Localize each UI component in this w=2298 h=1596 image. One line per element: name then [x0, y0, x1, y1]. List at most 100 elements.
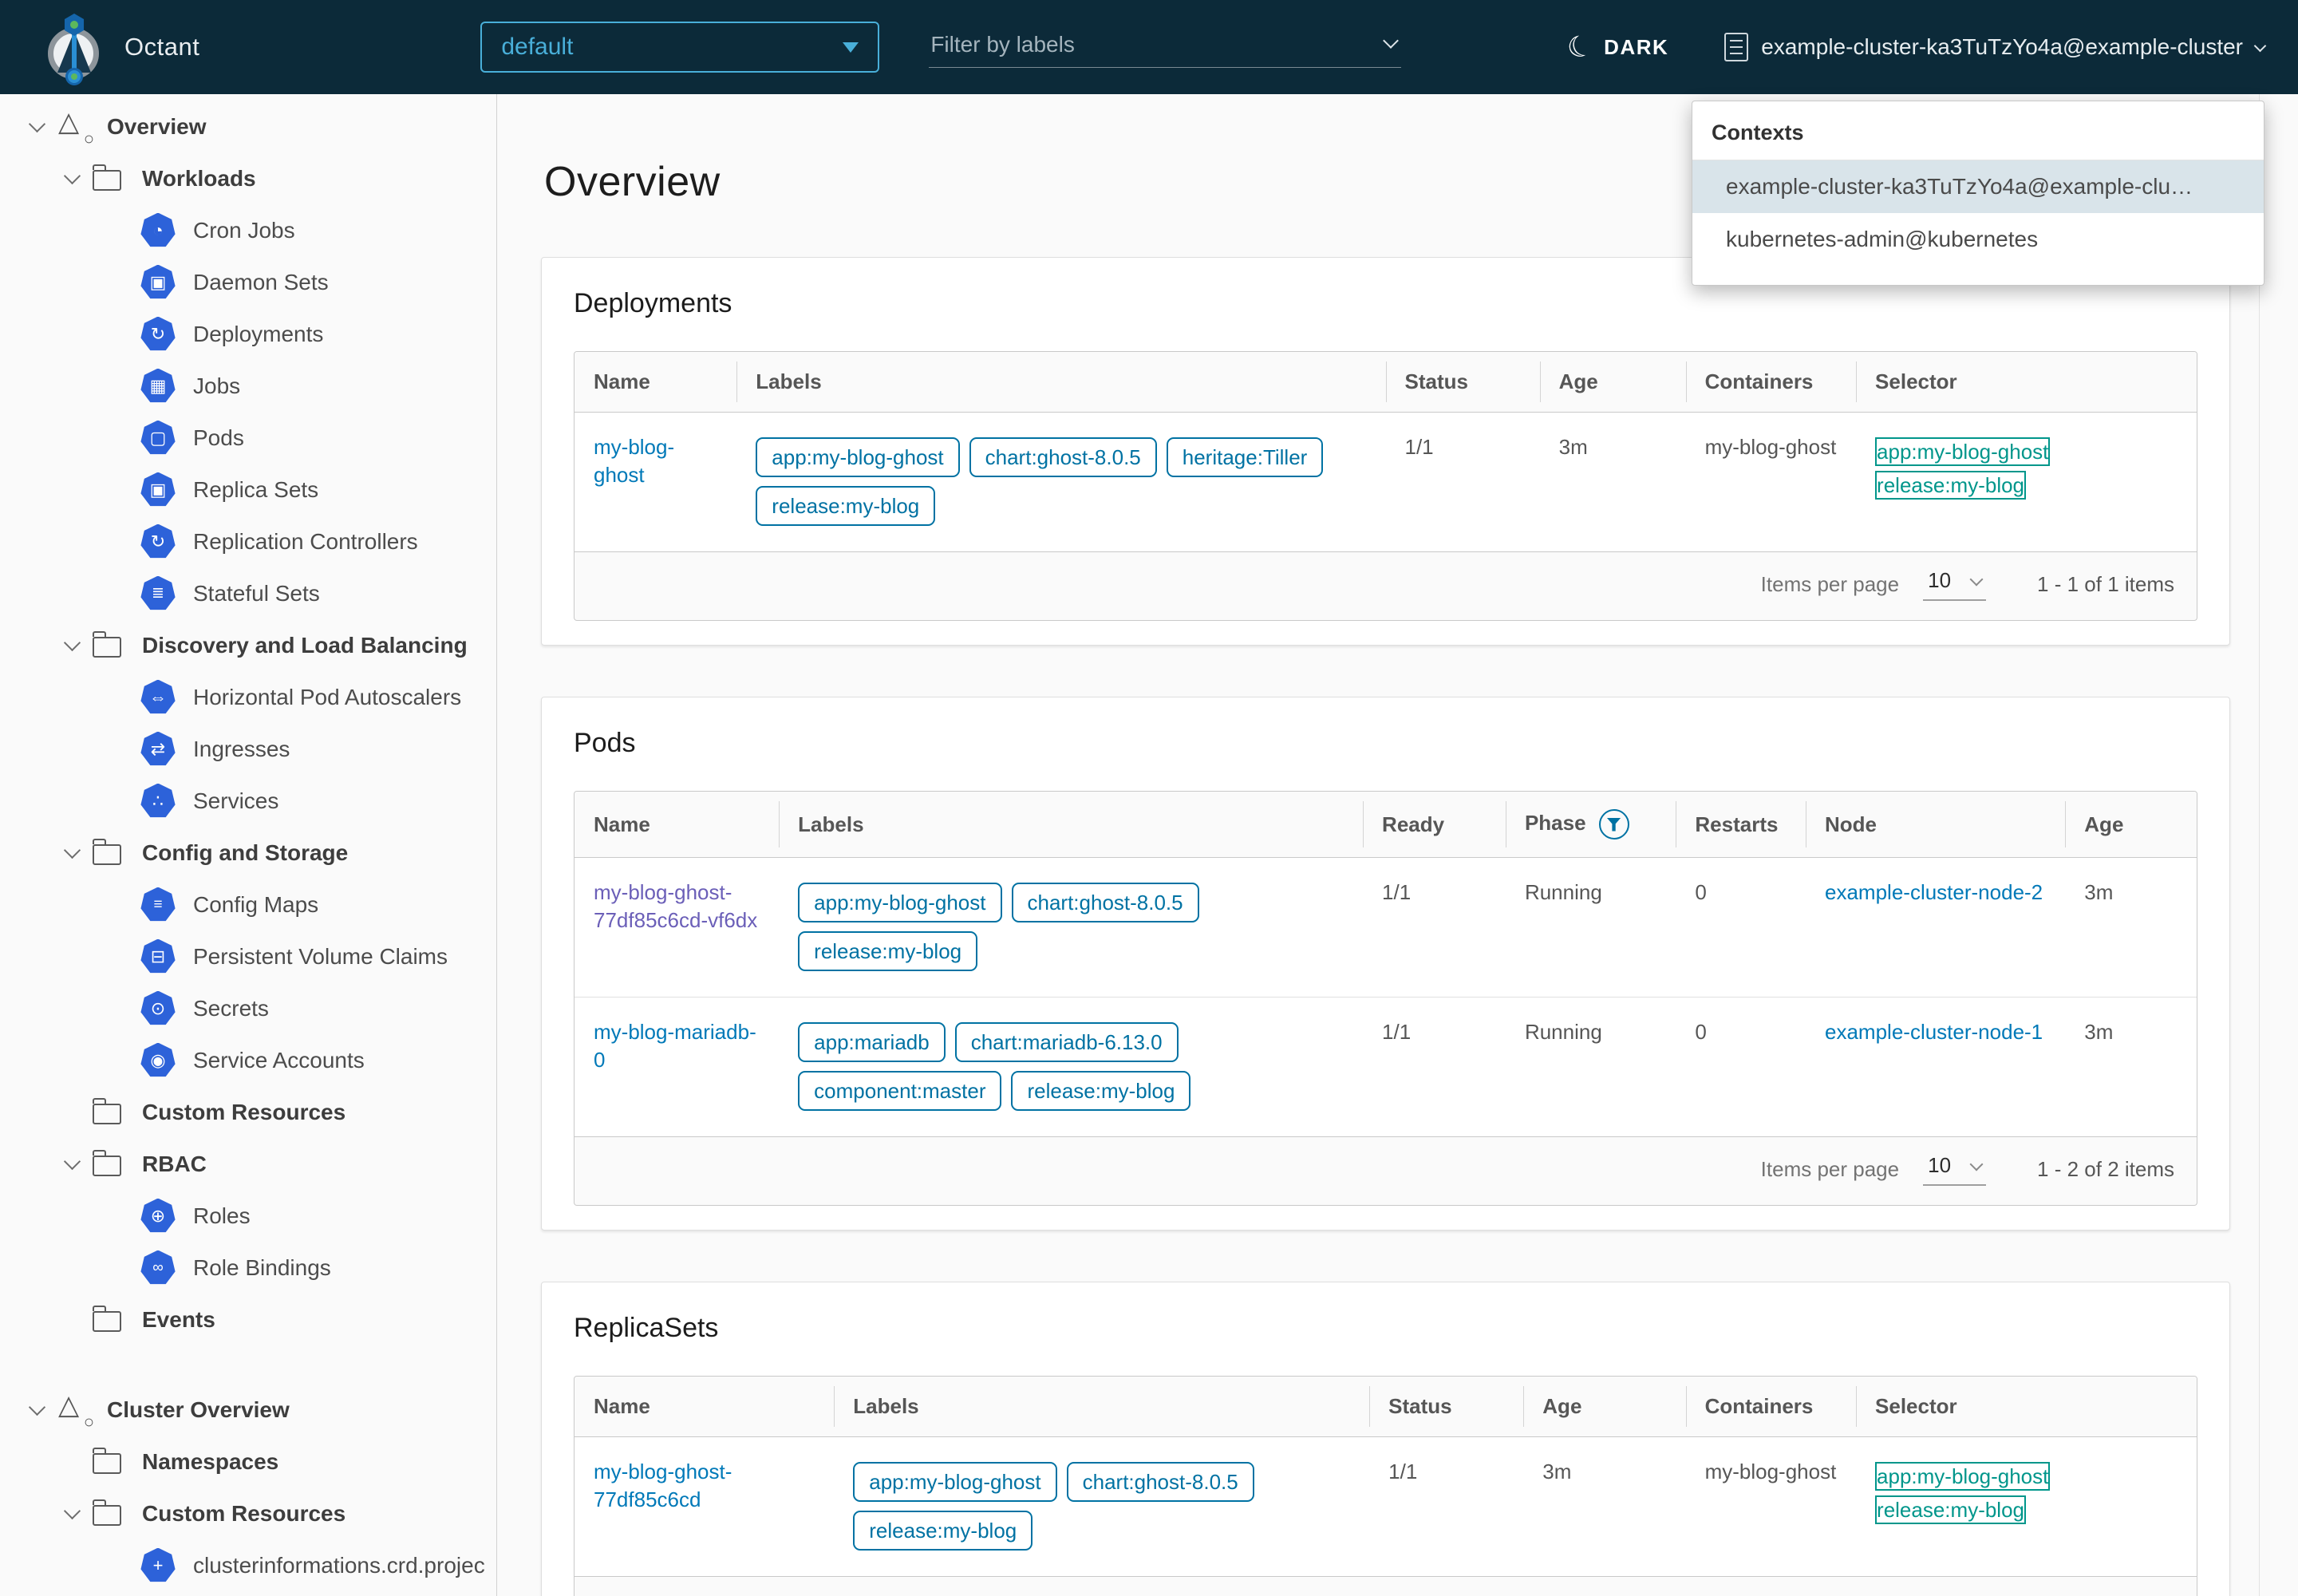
ingresses-icon: ⇄: [140, 732, 176, 767]
expand-chevron-icon[interactable]: [63, 842, 80, 859]
column-header-name: Name: [574, 352, 736, 413]
ready-cell: 1/1: [1363, 998, 1506, 1137]
column-header-age: Age: [1540, 352, 1686, 413]
label-badge: chart:ghost-8.0.5: [1067, 1462, 1254, 1502]
service-accounts-icon: ◉: [140, 1043, 176, 1078]
sidebar-item-ingresses[interactable]: ⇄ Ingresses: [0, 723, 496, 775]
hpa-icon: ⇔: [140, 680, 176, 715]
status-cell: 1/1: [1386, 413, 1540, 552]
sidebar-item-custom-resources-cluster[interactable]: Custom Resources: [0, 1487, 496, 1539]
pod-link[interactable]: my-blog-ghost-77df85c6cd-vf6dx: [594, 880, 757, 932]
sidebar-item-services[interactable]: ∴ Services: [0, 775, 496, 827]
table-row: my-blog-ghost-77df85c6cd-vf6dx app:my-bl…: [574, 858, 2197, 998]
sidebar-item-rbac[interactable]: RBAC: [0, 1138, 496, 1190]
folder-icon: [93, 1104, 121, 1124]
age-cell: 3m: [2065, 998, 2197, 1137]
folder-icon: [93, 1156, 121, 1176]
sidebar-item-config-and-storage[interactable]: Config and Storage: [0, 827, 496, 879]
sidebar-item-deployments[interactable]: ↻ Deployments: [0, 308, 496, 360]
column-header-restarts: Restarts: [1676, 792, 1806, 858]
folder-icon: [93, 1505, 121, 1526]
label-badge: heritage:Tiller: [1167, 437, 1324, 477]
sidebar-item-cluster-overview[interactable]: Cluster Overview: [0, 1384, 496, 1436]
items-per-page-value: 10: [1928, 1153, 1951, 1178]
sidebar-item-replica-sets[interactable]: ▣ Replica Sets: [0, 464, 496, 516]
column-header-name: Name: [574, 792, 779, 858]
sidebar-item-jobs[interactable]: ▦ Jobs: [0, 360, 496, 412]
node-link[interactable]: example-cluster-node-1: [1825, 1020, 2043, 1044]
cluster-overview-icon: [57, 1393, 96, 1428]
items-per-page-select[interactable]: 10: [1923, 568, 1986, 601]
sidebar-item-clusterinformations[interactable]: + clusterinformations.crd.projec: [0, 1539, 496, 1591]
sidebar-navigation: Overview Workloads ◔ Cron Jobs ▣ Daemon …: [0, 94, 497, 1596]
sidebar-item-discovery-and-load-balancing[interactable]: Discovery and Load Balancing: [0, 619, 496, 671]
sidebar-item-namespaces[interactable]: Namespaces: [0, 1436, 496, 1487]
namespace-select-value: default: [501, 34, 573, 61]
column-header-selector: Selector: [1856, 1377, 2197, 1437]
context-menu-item-selected[interactable]: example-cluster-ka3TuTzYo4a@example-clu…: [1692, 160, 2264, 213]
theme-toggle-button[interactable]: ☾ DARK: [1567, 33, 1668, 61]
node-link[interactable]: example-cluster-node-2: [1825, 880, 2043, 904]
label-badge: release:my-blog: [1011, 1071, 1190, 1111]
sidebar-item-pods[interactable]: ▢ Pods: [0, 412, 496, 464]
phase-filter-icon[interactable]: [1599, 809, 1629, 839]
sidebar-item-cron-jobs[interactable]: ◔ Cron Jobs: [0, 204, 496, 256]
items-per-page-select[interactable]: 10: [1923, 1593, 1986, 1596]
sidebar-item-roles[interactable]: ⊕ Roles: [0, 1190, 496, 1242]
sidebar-item-role-bindings[interactable]: ∞ Role Bindings: [0, 1242, 496, 1294]
expand-chevron-icon[interactable]: [63, 168, 80, 184]
sidebar-item-overview[interactable]: Overview: [0, 101, 496, 152]
column-header-labels: Labels: [779, 792, 1363, 858]
replication-controllers-icon: ↻: [140, 524, 176, 559]
expand-chevron-icon[interactable]: [28, 1399, 45, 1416]
crd-icon: +: [140, 1548, 176, 1583]
sidebar-item-persistent-volume-claims[interactable]: ⊟ Persistent Volume Claims: [0, 930, 496, 982]
folder-icon: [93, 1311, 121, 1332]
namespace-select[interactable]: default: [480, 22, 879, 73]
sidebar-item-service-accounts[interactable]: ◉ Service Accounts: [0, 1034, 496, 1086]
scrollbar-gutter[interactable]: [2259, 94, 2260, 1596]
expand-chevron-icon[interactable]: [63, 1503, 80, 1519]
label-badge: component:master: [798, 1071, 1001, 1111]
items-per-page-label: Items per page: [1761, 1157, 1899, 1182]
label-badge: app:my-blog-ghost: [798, 883, 1001, 922]
items-per-page-value: 10: [1928, 1593, 1951, 1596]
main-content: Overview Deployments Name Labels Status …: [497, 94, 2298, 1596]
sidebar-item-horizontal-pod-autoscalers[interactable]: ⇔ Horizontal Pod Autoscalers: [0, 671, 496, 723]
deployments-table: Name Labels Status Age Containers Select…: [574, 351, 2197, 552]
pods-table: Name Labels Ready Phase Restarts Node Ag…: [574, 791, 2197, 1137]
sidebar-item-csidrivers[interactable]: + csidrivers.csi.storage.k8s.io: [0, 1591, 496, 1596]
items-per-page-label: Items per page: [1761, 572, 1899, 597]
context-menu-title: Contexts: [1692, 113, 2264, 160]
chevron-down-icon: [2254, 39, 2267, 52]
expand-chevron-icon[interactable]: [63, 1153, 80, 1170]
sidebar-item-stateful-sets[interactable]: ≣ Stateful Sets: [0, 567, 496, 619]
sidebar-item-events[interactable]: Events: [0, 1294, 496, 1345]
expand-chevron-icon[interactable]: [63, 634, 80, 651]
top-navbar: Octant default ☾ DARK example-cluster-ka…: [0, 0, 2298, 94]
sidebar-item-secrets[interactable]: ⊙ Secrets: [0, 982, 496, 1034]
context-menu-item[interactable]: kubernetes-admin@kubernetes: [1692, 213, 2264, 266]
sidebar-item-config-maps[interactable]: ≡ Config Maps: [0, 879, 496, 930]
pod-link[interactable]: my-blog-mariadb-0: [594, 1020, 756, 1072]
expand-chevron-icon[interactable]: [28, 116, 45, 132]
sidebar-item-custom-resources[interactable]: Custom Resources: [0, 1086, 496, 1138]
column-header-age: Age: [1523, 1377, 1685, 1437]
replicaset-link[interactable]: my-blog-ghost-77df85c6cd: [594, 1460, 732, 1511]
section-title-replicasets: ReplicaSets: [574, 1313, 2197, 1344]
context-name: example-cluster-ka3TuTzYo4a@example-clus…: [1761, 34, 2243, 60]
deployment-link[interactable]: my-blog-ghost: [594, 435, 674, 487]
dropdown-arrow-icon: [843, 42, 859, 53]
octant-logo-icon: [46, 9, 102, 85]
items-per-page-select[interactable]: 10: [1923, 1153, 1986, 1186]
sidebar-item-replication-controllers[interactable]: ↻ Replication Controllers: [0, 516, 496, 567]
label-filter-input[interactable]: [929, 27, 1401, 68]
context-selector-button[interactable]: example-cluster-ka3TuTzYo4a@example-clus…: [1724, 33, 2264, 61]
sidebar-item-daemon-sets[interactable]: ▣ Daemon Sets: [0, 256, 496, 308]
context-dropdown-menu: Contexts example-cluster-ka3TuTzYo4a@exa…: [1692, 101, 2264, 286]
sidebar-item-workloads[interactable]: Workloads: [0, 152, 496, 204]
restarts-cell: 0: [1676, 998, 1806, 1137]
section-title-pods: Pods: [574, 728, 2197, 759]
pagination: Items per page 10 1 - 1 of 1 items: [574, 552, 2197, 621]
folder-icon: [93, 844, 121, 865]
